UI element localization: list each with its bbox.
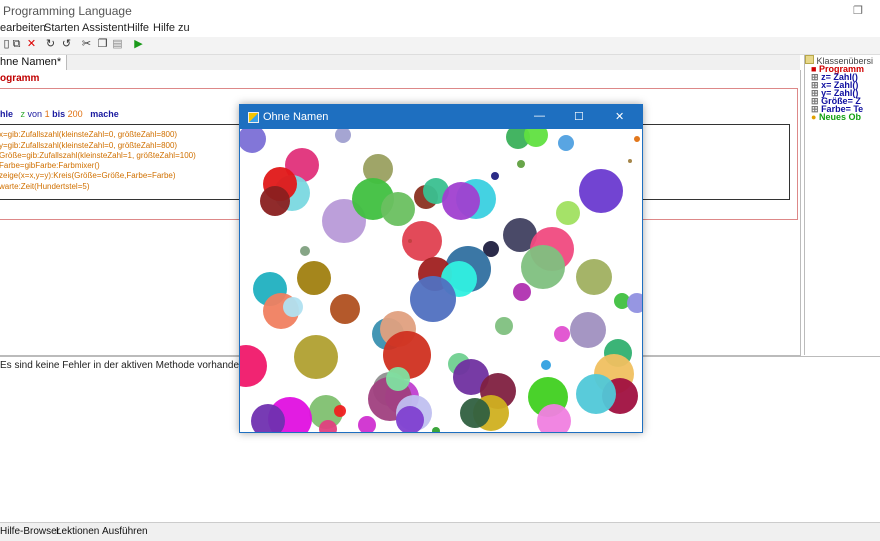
program-label: ogramm [0, 73, 40, 84]
close-button[interactable]: ✕ [615, 110, 624, 123]
drawing-canvas [240, 129, 642, 432]
circle-shape [570, 312, 606, 348]
app-titlebar: Programming Language ❐ [0, 0, 880, 22]
code-line[interactable]: y=gib:Zufallszahl(kleinsteZahl=0, größte… [0, 141, 177, 150]
code-line[interactable]: warte:Zeit(Hundertstel=5) [0, 182, 89, 191]
maximize-icon[interactable]: ❐ [853, 4, 863, 17]
loop-var: z [20, 109, 26, 119]
circle-shape [300, 246, 310, 256]
loop-mache: mache [90, 109, 119, 119]
tab-lektionen[interactable]: Lektionen [56, 526, 99, 537]
circle-shape [260, 186, 290, 216]
menu-bar: earbeiten Starten Assistent Hilfe Hilfe … [0, 21, 880, 37]
delete-icon[interactable]: ✕ [25, 38, 38, 51]
circle-shape [386, 367, 410, 391]
loop-von: von [27, 109, 43, 119]
code-line[interactable]: Farbe=gibFarbe:Farbmixer() [0, 161, 100, 170]
bottom-tabbar: Hilfe-Browser Lektionen Ausführen [0, 522, 880, 541]
circles-drawing [240, 129, 642, 432]
circle-shape [576, 259, 612, 295]
circle-shape [576, 374, 616, 414]
circle-shape [432, 427, 440, 432]
circle-shape [517, 160, 525, 168]
circle-shape [554, 326, 570, 342]
circle-shape [410, 276, 456, 322]
cut-icon[interactable]: ✂ [80, 38, 93, 51]
loop-bis: bis [52, 109, 66, 119]
copy-icon[interactable]: ❐ [96, 38, 109, 51]
circle-shape [579, 169, 623, 213]
output-window-titlebar[interactable]: Ohne Namen — ☐ ✕ [240, 105, 642, 129]
circle-shape [297, 261, 331, 295]
class-overview-header: Klassenübersi [805, 55, 880, 66]
tab-ausfuehren[interactable]: Ausführen [102, 526, 148, 537]
circle-shape [627, 293, 642, 313]
circle-shape [334, 405, 346, 417]
menu-hilfe[interactable]: Hilfe [127, 22, 149, 34]
redo-icon[interactable]: ↻ [44, 38, 57, 51]
object-icon: ● [811, 112, 817, 122]
circle-shape [558, 135, 574, 151]
output-window-title: Ohne Namen [263, 111, 329, 123]
circle-shape [442, 182, 480, 220]
circle-shape [521, 245, 565, 289]
status-message: Es sind keine Fehler in der aktiven Meth… [0, 360, 248, 371]
circle-shape [524, 129, 548, 147]
circle-shape [460, 398, 490, 428]
tab-ohne-namen[interactable]: hne Namen* [0, 55, 68, 70]
app-title: Programming Language [3, 4, 132, 18]
folder-icon [805, 55, 814, 64]
code-line[interactable]: Größe=gib:Zufallszahl(kleinsteZahl=1, gr… [0, 151, 196, 160]
circle-shape [491, 172, 499, 180]
circle-shape [556, 201, 580, 225]
circle-shape [381, 192, 415, 226]
circle-shape [294, 335, 338, 379]
menu-bearbeiten[interactable]: earbeiten [0, 22, 46, 34]
run-icon[interactable]: ▶ [132, 38, 145, 51]
maximize-button[interactable]: ☐ [574, 110, 584, 123]
circle-shape [335, 129, 351, 143]
toolbar: ▯ ⧉ ✕ ↻ ↺ ✂ ❐ ▤ ▶ [0, 37, 880, 55]
tree-item-label: Neues Ob [818, 112, 861, 122]
copy-icon[interactable]: ⧉ [10, 38, 23, 51]
class-overview-panel: Klassenübersi ■ Programm ⊞ z= Zahl() ⊞ x… [804, 55, 880, 355]
tree-item-neues-objekt[interactable]: ● Neues Ob [811, 112, 861, 122]
circle-shape [495, 317, 513, 335]
code-line[interactable]: x=gib:Zufallszahl(kleinsteZahl=0, größte… [0, 130, 177, 139]
editor-tabstrip: hne Namen* [0, 55, 800, 70]
loop-to: 200 [67, 109, 83, 119]
minimize-button[interactable]: — [534, 110, 545, 122]
menu-assistent[interactable]: Assistent [82, 22, 127, 34]
app-icon [248, 112, 259, 123]
circle-shape [330, 294, 360, 324]
menu-hilfe-zu[interactable]: Hilfe zu [153, 22, 190, 34]
circle-shape [408, 239, 412, 243]
circle-shape [240, 345, 267, 387]
circle-shape [513, 283, 531, 301]
loop-keyword: hle [0, 109, 14, 119]
output-window[interactable]: Ohne Namen — ☐ ✕ [239, 104, 643, 433]
paste-icon[interactable]: ▤ [111, 38, 124, 51]
loop-from: 1 [44, 109, 50, 119]
circle-shape [358, 416, 376, 432]
circle-shape [283, 297, 303, 317]
circle-shape [628, 159, 632, 163]
code-line[interactable]: zeige(x=x,y=y):Kreis(Größe=Größe,Farbe=F… [0, 171, 176, 180]
menu-starten[interactable]: Starten [44, 22, 79, 34]
circle-shape [240, 129, 266, 153]
loop-statement: hle z von 1 bis 200 mache [0, 109, 119, 119]
undo-icon[interactable]: ↺ [60, 38, 73, 51]
circle-shape [634, 136, 640, 142]
circle-shape [541, 360, 551, 370]
tab-hilfe-browser[interactable]: Hilfe-Browser [0, 526, 60, 537]
